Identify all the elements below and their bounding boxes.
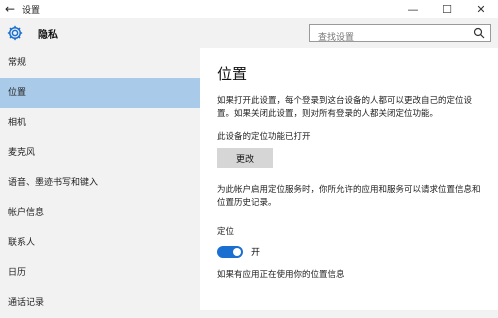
location-label: 定位 bbox=[217, 227, 235, 237]
location-status-text: 此设备的定位功能已打开 bbox=[217, 132, 311, 142]
toggle-knob bbox=[233, 247, 241, 256]
service-description-text: 为此帐户启用定位服务时，你所允许的应用和服务可以请求位置信息和位置历史记录。 bbox=[217, 185, 481, 208]
sidebar-item-location[interactable]: 位置 bbox=[0, 78, 200, 108]
change-button[interactable]: 更改 bbox=[217, 148, 273, 168]
maximize-button[interactable]: ☐ bbox=[430, 0, 464, 18]
search-icon[interactable] bbox=[473, 27, 485, 39]
main-panel: 位置 如果打开此设置，每个登录到这台设备的人都可以更改自己的定位设置。如果关闭此… bbox=[200, 48, 498, 310]
gear-icon bbox=[7, 25, 23, 41]
sidebar-item-call-history[interactable]: 通话记录 bbox=[0, 288, 200, 318]
minimize-button[interactable]: — bbox=[396, 0, 430, 18]
close-button[interactable]: ✕ bbox=[464, 0, 498, 18]
sidebar-item-account-info[interactable]: 帐户信息 bbox=[0, 198, 200, 228]
apps-using-location-text: 如果有应用正在使用你的位置信息 bbox=[217, 270, 345, 280]
search-input[interactable] bbox=[316, 30, 470, 46]
search-box[interactable] bbox=[309, 24, 491, 46]
location-toggle-row: 开 bbox=[217, 245, 260, 258]
page-title: 位置 bbox=[217, 65, 248, 83]
title-bar: ← 设置 — ☐ ✕ bbox=[0, 0, 498, 18]
sidebar-item-speech-inking-typing[interactable]: 语音、墨迹书写和键入 bbox=[0, 168, 200, 198]
sidebar-item-microphone[interactable]: 麦克风 bbox=[0, 138, 200, 168]
sidebar: 常规 位置 相机 麦克风 语音、墨迹书写和键入 帐户信息 联系人 日历 通话记录 bbox=[0, 48, 200, 310]
sidebar-item-contacts[interactable]: 联系人 bbox=[0, 228, 200, 258]
window-title: 设置 bbox=[22, 5, 41, 16]
location-intro-text: 如果打开此设置，每个登录到这台设备的人都可以更改自己的定位设置。如果关闭此设置，… bbox=[217, 96, 473, 119]
window-controls: — ☐ ✕ bbox=[396, 0, 498, 18]
back-arrow-icon[interactable]: ← bbox=[0, 0, 20, 18]
sidebar-item-camera[interactable]: 相机 bbox=[0, 108, 200, 138]
header: 隐私 bbox=[0, 18, 498, 48]
sidebar-item-general[interactable]: 常规 bbox=[0, 48, 200, 78]
location-toggle[interactable] bbox=[217, 245, 243, 258]
page-header-title: 隐私 bbox=[38, 30, 58, 41]
toggle-state-label: 开 bbox=[251, 248, 261, 258]
sidebar-item-calendar[interactable]: 日历 bbox=[0, 258, 200, 288]
